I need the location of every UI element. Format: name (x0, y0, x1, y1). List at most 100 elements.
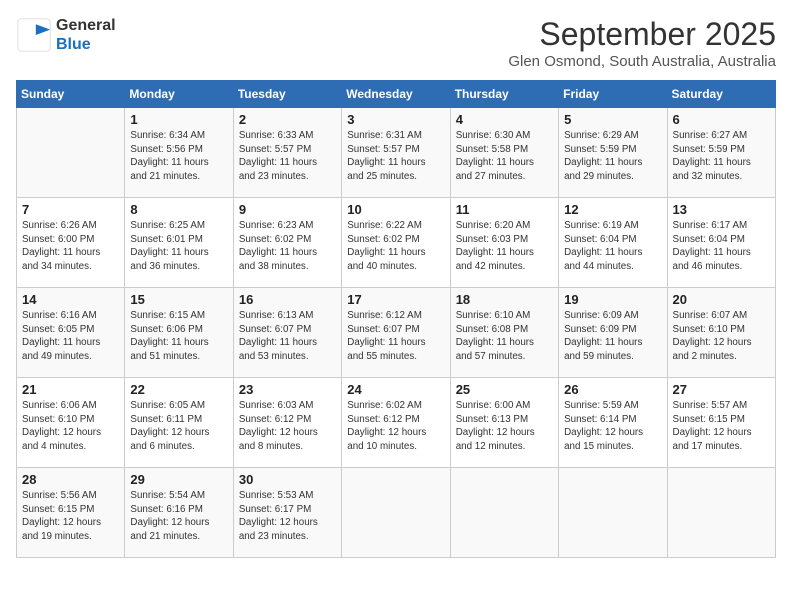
day-number: 24 (347, 382, 444, 397)
day-number: 20 (673, 292, 770, 307)
day-number: 8 (130, 202, 227, 217)
day-info: Sunrise: 6:31 AM Sunset: 5:57 PM Dayligh… (347, 129, 444, 184)
day-info: Sunrise: 6:22 AM Sunset: 6:02 PM Dayligh… (347, 219, 444, 274)
day-number: 25 (456, 382, 553, 397)
day-info: Sunrise: 6:19 AM Sunset: 6:04 PM Dayligh… (564, 219, 661, 274)
weekday-header-thursday: Thursday (450, 81, 558, 108)
day-info: Sunrise: 6:30 AM Sunset: 5:58 PM Dayligh… (456, 129, 553, 184)
calendar-cell: 23 Sunrise: 6:03 AM Sunset: 6:12 PM Dayli… (233, 378, 341, 468)
calendar-cell: 9 Sunrise: 6:23 AM Sunset: 6:02 PM Daylig… (233, 198, 341, 288)
day-info: Sunrise: 6:06 AM Sunset: 6:10 PM Dayligh… (22, 399, 119, 454)
calendar-cell (450, 468, 558, 558)
day-info: Sunrise: 6:00 AM Sunset: 6:13 PM Dayligh… (456, 399, 553, 454)
calendar-week-3: 14 Sunrise: 6:16 AM Sunset: 6:05 PM Dayli… (17, 288, 776, 378)
calendar-cell: 19 Sunrise: 6:09 AM Sunset: 6:09 PM Dayli… (559, 288, 667, 378)
weekday-header-wednesday: Wednesday (342, 81, 450, 108)
day-number: 10 (347, 202, 444, 217)
logo-general: General (56, 17, 116, 34)
day-number: 17 (347, 292, 444, 307)
calendar-week-1: 1 Sunrise: 6:34 AM Sunset: 5:56 PM Daylig… (17, 108, 776, 198)
day-number: 9 (239, 202, 336, 217)
calendar-cell: 11 Sunrise: 6:20 AM Sunset: 6:03 PM Dayli… (450, 198, 558, 288)
calendar-cell: 12 Sunrise: 6:19 AM Sunset: 6:04 PM Dayli… (559, 198, 667, 288)
title-block: September 2025 Glen Osmond, South Austra… (508, 16, 776, 70)
calendar-cell: 25 Sunrise: 6:00 AM Sunset: 6:13 PM Dayli… (450, 378, 558, 468)
day-number: 30 (239, 472, 336, 487)
day-number: 3 (347, 112, 444, 127)
day-info: Sunrise: 5:53 AM Sunset: 6:17 PM Dayligh… (239, 489, 336, 544)
day-info: Sunrise: 6:03 AM Sunset: 6:12 PM Dayligh… (239, 399, 336, 454)
calendar-cell: 2Sunrise: 6:33 AM Sunset: 5:57 PM Daylig… (233, 108, 341, 198)
weekday-header-row: SundayMondayTuesdayWednesdayThursdayFrid… (17, 81, 776, 108)
calendar-week-2: 7 Sunrise: 6:26 AM Sunset: 6:00 PM Daylig… (17, 198, 776, 288)
calendar-cell: 6 Sunrise: 6:27 AM Sunset: 5:59 PM Daylig… (667, 108, 775, 198)
day-info: Sunrise: 5:59 AM Sunset: 6:14 PM Dayligh… (564, 399, 661, 454)
calendar-cell (17, 108, 125, 198)
calendar-cell: 20 Sunrise: 6:07 AM Sunset: 6:10 PM Dayli… (667, 288, 775, 378)
calendar-cell: 18 Sunrise: 6:10 AM Sunset: 6:08 PM Dayli… (450, 288, 558, 378)
calendar-cell: 17 Sunrise: 6:12 AM Sunset: 6:07 PM Dayli… (342, 288, 450, 378)
day-number: 16 (239, 292, 336, 307)
day-number: 7 (22, 202, 119, 217)
calendar-cell: 26 Sunrise: 5:59 AM Sunset: 6:14 PM Dayli… (559, 378, 667, 468)
day-number: 6 (673, 112, 770, 127)
day-number: 22 (130, 382, 227, 397)
weekday-header-sunday: Sunday (17, 81, 125, 108)
calendar-week-4: 21 Sunrise: 6:06 AM Sunset: 6:10 PM Dayli… (17, 378, 776, 468)
day-number: 12 (564, 202, 661, 217)
day-info: Sunrise: 5:56 AM Sunset: 6:15 PM Dayligh… (22, 489, 119, 544)
calendar-cell: 13 Sunrise: 6:17 AM Sunset: 6:04 PM Dayli… (667, 198, 775, 288)
day-number: 29 (130, 472, 227, 487)
day-info: Sunrise: 6:07 AM Sunset: 6:10 PM Dayligh… (673, 309, 770, 364)
calendar-cell (559, 468, 667, 558)
month-title: September 2025 (508, 16, 776, 53)
day-number: 23 (239, 382, 336, 397)
day-number: 21 (22, 382, 119, 397)
calendar-cell: 7 Sunrise: 6:26 AM Sunset: 6:00 PM Daylig… (17, 198, 125, 288)
day-info: Sunrise: 6:20 AM Sunset: 6:03 PM Dayligh… (456, 219, 553, 274)
day-number: 4 (456, 112, 553, 127)
day-info: Sunrise: 6:17 AM Sunset: 6:04 PM Dayligh… (673, 219, 770, 274)
calendar-cell: 24 Sunrise: 6:02 AM Sunset: 6:12 PM Dayli… (342, 378, 450, 468)
calendar-cell: 16Sunrise: 6:13 AM Sunset: 6:07 PM Dayli… (233, 288, 341, 378)
day-info: Sunrise: 6:02 AM Sunset: 6:12 PM Dayligh… (347, 399, 444, 454)
day-info: Sunrise: 6:16 AM Sunset: 6:05 PM Dayligh… (22, 309, 119, 364)
day-info: Sunrise: 6:26 AM Sunset: 6:00 PM Dayligh… (22, 219, 119, 274)
location-subtitle: Glen Osmond, South Australia, Australia (508, 53, 776, 70)
calendar-cell: 27Sunrise: 5:57 AM Sunset: 6:15 PM Dayli… (667, 378, 775, 468)
logo: General Blue (16, 16, 116, 54)
day-info: Sunrise: 6:05 AM Sunset: 6:11 PM Dayligh… (130, 399, 227, 454)
day-info: Sunrise: 6:34 AM Sunset: 5:56 PM Dayligh… (130, 129, 227, 184)
calendar-cell: 15Sunrise: 6:15 AM Sunset: 6:06 PM Dayli… (125, 288, 233, 378)
day-number: 11 (456, 202, 553, 217)
day-info: Sunrise: 6:23 AM Sunset: 6:02 PM Dayligh… (239, 219, 336, 274)
logo-blue: Blue (56, 36, 91, 53)
day-number: 28 (22, 472, 119, 487)
day-info: Sunrise: 6:29 AM Sunset: 5:59 PM Dayligh… (564, 129, 661, 184)
day-number: 14 (22, 292, 119, 307)
calendar-cell (667, 468, 775, 558)
day-number: 19 (564, 292, 661, 307)
calendar-cell: 1 Sunrise: 6:34 AM Sunset: 5:56 PM Daylig… (125, 108, 233, 198)
calendar-header: SundayMondayTuesdayWednesdayThursdayFrid… (17, 81, 776, 108)
weekday-header-tuesday: Tuesday (233, 81, 341, 108)
weekday-header-saturday: Saturday (667, 81, 775, 108)
calendar-cell: 10 Sunrise: 6:22 AM Sunset: 6:02 PM Dayli… (342, 198, 450, 288)
day-info: Sunrise: 6:27 AM Sunset: 5:59 PM Dayligh… (673, 129, 770, 184)
day-info: Sunrise: 6:09 AM Sunset: 6:09 PM Dayligh… (564, 309, 661, 364)
day-number: 18 (456, 292, 553, 307)
page-header: General Blue September 2025 Glen Osmond,… (16, 16, 776, 70)
calendar-cell (342, 468, 450, 558)
day-info: Sunrise: 6:10 AM Sunset: 6:08 PM Dayligh… (456, 309, 553, 364)
day-info: Sunrise: 6:12 AM Sunset: 6:07 PM Dayligh… (347, 309, 444, 364)
day-number: 5 (564, 112, 661, 127)
day-info: Sunrise: 5:57 AM Sunset: 6:15 PM Dayligh… (673, 399, 770, 454)
calendar-cell: 28 Sunrise: 5:56 AM Sunset: 6:15 PM Dayli… (17, 468, 125, 558)
day-number: 26 (564, 382, 661, 397)
calendar-cell: 5 Sunrise: 6:29 AM Sunset: 5:59 PM Daylig… (559, 108, 667, 198)
calendar-week-5: 28 Sunrise: 5:56 AM Sunset: 6:15 PM Dayli… (17, 468, 776, 558)
day-number: 1 (130, 112, 227, 127)
calendar-body: 1 Sunrise: 6:34 AM Sunset: 5:56 PM Daylig… (17, 108, 776, 558)
calendar-cell: 14 Sunrise: 6:16 AM Sunset: 6:05 PM Dayli… (17, 288, 125, 378)
day-number: 13 (673, 202, 770, 217)
